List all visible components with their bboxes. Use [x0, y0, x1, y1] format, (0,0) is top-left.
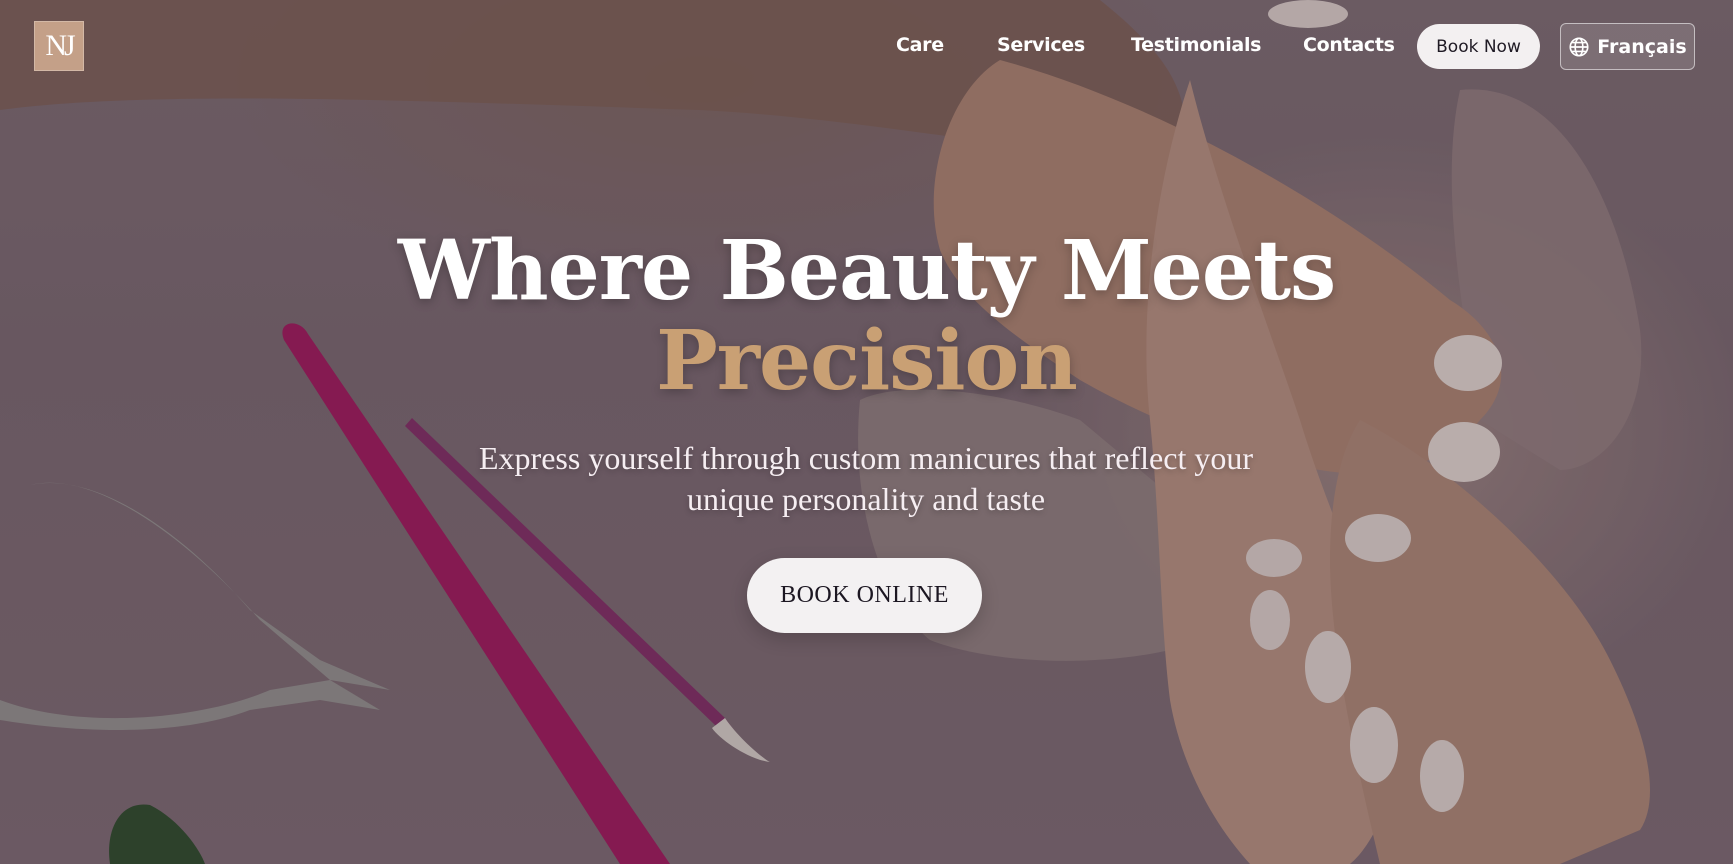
- language-label: Français: [1597, 35, 1687, 58]
- top-navigation: NJ Care Services Testimonials Contacts B…: [0, 0, 1733, 94]
- book-now-button[interactable]: Book Now: [1417, 24, 1540, 69]
- brand-logo-text: NJ: [45, 29, 75, 62]
- nav-link-contacts[interactable]: Contacts: [1303, 34, 1395, 56]
- hero-subtitle-line-1: Express yourself through custom manicure…: [479, 440, 1253, 476]
- language-switch-button[interactable]: Français: [1560, 23, 1695, 70]
- nav-link-care[interactable]: Care: [896, 34, 944, 56]
- hero-section: NJ Care Services Testimonials Contacts B…: [0, 0, 1733, 864]
- hero-subtitle: Express yourself through custom manicure…: [366, 438, 1366, 520]
- hero-subtitle-line-2: unique personality and taste: [686, 481, 1046, 517]
- nav-link-testimonials[interactable]: Testimonials: [1131, 34, 1261, 56]
- nav-link-services[interactable]: Services: [997, 34, 1085, 56]
- brand-logo[interactable]: NJ: [34, 21, 84, 71]
- hero-dim-overlay: [0, 0, 1733, 864]
- book-online-button[interactable]: BOOK ONLINE: [747, 558, 982, 633]
- globe-icon: [1569, 36, 1589, 57]
- hero-headline-accent: Precision: [656, 313, 1078, 409]
- hero-headline-main: Where Beauty Meets: [397, 223, 1336, 319]
- hero-headline: Where Beauty Meets Precision: [0, 226, 1733, 406]
